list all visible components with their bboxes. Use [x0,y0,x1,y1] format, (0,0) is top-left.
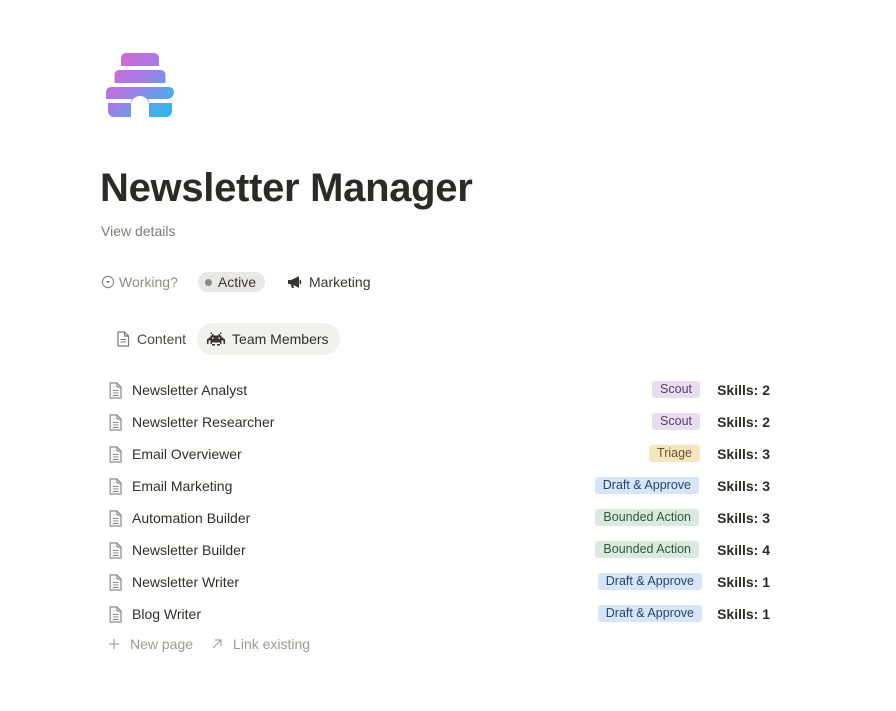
team-property[interactable]: Marketing [287,274,370,290]
list-item[interactable]: Blog Writer Draft & Approve Skills: 1 [106,598,770,630]
working-label: Working? [119,274,178,290]
row-title: Newsletter Analyst [132,382,248,398]
list-item[interactable]: Newsletter Writer Draft & Approve Skills: … [106,566,770,598]
status-circle-icon [101,275,115,289]
space-invader-icon [207,332,226,346]
plus-icon [109,639,119,649]
page-icon [109,542,122,559]
type-tag: Draft & Approve [597,573,702,590]
row-title: Email Overviewer [132,446,242,462]
skills-count: Skills: 3 [717,478,770,494]
row-title: Automation Builder [132,510,251,526]
page-icon [109,606,122,623]
type-tag: Bounded Action [595,541,699,558]
page-icon [109,382,122,399]
status-badge[interactable]: Active [197,272,266,292]
view-tabs: Content Team Members [106,323,340,355]
list-footer: New page Link existing [108,636,310,652]
working-property[interactable]: Working? [101,274,178,290]
tab-content-label: Content [137,331,187,347]
link-existing-label: Link existing [233,636,311,652]
skills-count: Skills: 4 [717,542,770,558]
skills-count: Skills: 3 [717,510,770,526]
page-title: Newsletter Manager [100,166,473,210]
new-page-label: New page [130,636,194,652]
team-members-list: Newsletter Analyst Scout Skills: 2 Newslet… [106,374,770,630]
list-item[interactable]: Email Overviewer Triage Skills: 3 [106,438,770,470]
type-tag: Draft & Approve [597,605,702,622]
type-tag: Draft & Approve [594,477,699,494]
list-item[interactable]: Newsletter Builder Bounded Action Skills: … [106,534,770,566]
page-icon [109,510,122,527]
page-icon [109,414,122,431]
tab-team-members-label: Team Members [232,331,329,347]
team-label: Marketing [309,274,371,290]
beehive-logo [106,53,174,117]
row-title: Newsletter Builder [132,542,246,558]
tab-content[interactable]: Content [106,323,197,355]
new-page-button[interactable]: New page [108,636,193,652]
status-dot [204,278,212,286]
list-item[interactable]: Newsletter Researcher Scout Skills: 2 [106,406,770,438]
type-tag: Scout [652,381,700,398]
megaphone-icon [288,276,302,288]
view-details-link[interactable]: View details [101,223,175,239]
type-tag: Triage [649,445,700,462]
arrow-up-right-icon [212,639,222,649]
tab-team-members[interactable]: Team Members [197,323,340,355]
page-icon [109,478,122,495]
page-properties: Working? Active Marketing [101,270,370,294]
type-tag: Scout [652,413,700,430]
list-item[interactable]: Email Marketing Draft & Approve Skills: 3 [106,470,770,502]
type-tag: Bounded Action [595,509,699,526]
row-title: Blog Writer [132,606,201,622]
status-text: Active [217,274,257,290]
skills-count: Skills: 3 [717,446,770,462]
document-icon [117,331,130,347]
page-icon [109,574,122,591]
skills-count: Skills: 1 [717,606,770,622]
skills-count: Skills: 2 [717,382,770,398]
skills-count: Skills: 2 [717,414,770,430]
page-icon [109,446,122,463]
list-item[interactable]: Newsletter Analyst Scout Skills: 2 [106,374,770,406]
row-title: Email Marketing [132,478,233,494]
row-title: Newsletter Researcher [132,414,275,430]
skills-count: Skills: 1 [717,574,770,590]
link-existing-button[interactable]: Link existing [211,636,310,652]
row-title: Newsletter Writer [132,574,240,590]
list-item[interactable]: Automation Builder Bounded Action Skills: … [106,502,770,534]
